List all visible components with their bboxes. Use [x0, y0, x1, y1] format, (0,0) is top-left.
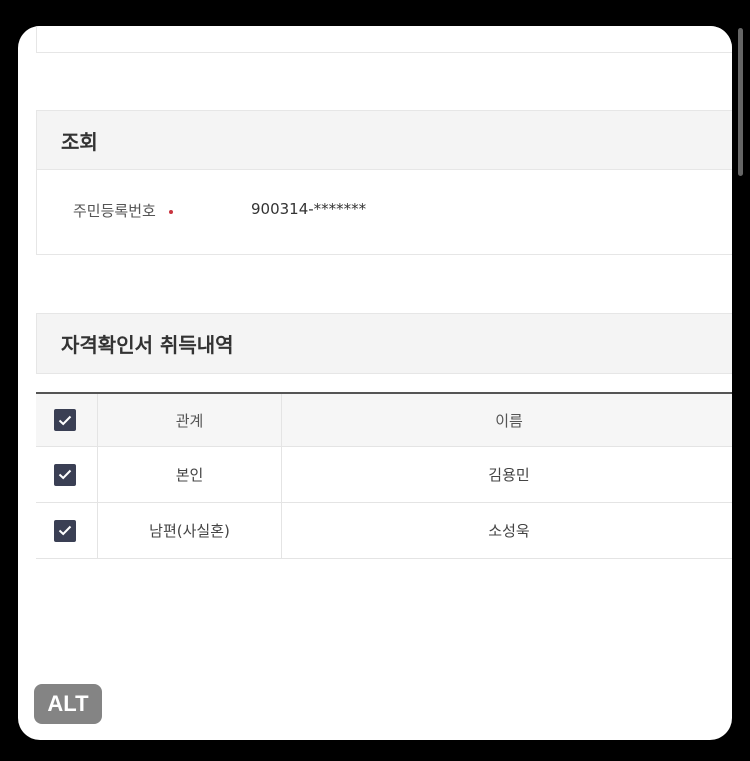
check-icon: [58, 415, 72, 425]
select-all-checkbox[interactable]: [54, 409, 76, 431]
row-check-cell: [36, 447, 98, 502]
previous-section-box: [36, 26, 732, 53]
lookup-section-body: 주민등록번호 900314-*******: [36, 170, 732, 255]
check-icon: [58, 469, 72, 480]
required-indicator-icon: [169, 210, 173, 214]
row-name: 김용민: [488, 466, 530, 484]
row-check-cell: [36, 503, 98, 558]
column-header-relation: 관계: [98, 394, 282, 446]
resident-number-value: 900314-*******: [251, 200, 367, 218]
content-card: 조회 주민등록번호 900314-******* 자격확인서 취득내역 관계 이…: [18, 26, 732, 740]
header-check-cell: [36, 394, 98, 446]
lookup-section-header: 조회: [36, 110, 732, 170]
qualification-section-header: 자격확인서 취득내역: [36, 313, 732, 374]
column-header-name: 이름: [495, 411, 523, 430]
row-name: 소성욱: [488, 522, 530, 540]
lookup-section-title: 조회: [61, 129, 98, 154]
qualification-section-title: 자격확인서 취득내역: [61, 333, 234, 357]
check-icon: [58, 525, 72, 536]
row-relation: 본인: [98, 447, 282, 502]
table-row[interactable]: 본인 김용민: [36, 447, 732, 503]
resident-number-label: 주민등록번호: [73, 202, 156, 220]
vertical-scrollbar[interactable]: [738, 28, 743, 176]
row-checkbox[interactable]: [54, 463, 76, 486]
row-relation: 남편(사실혼): [98, 503, 282, 558]
table-header-row: 관계 이름: [36, 394, 732, 447]
table-row[interactable]: 남편(사실혼) 소성욱: [36, 503, 732, 559]
row-checkbox[interactable]: [54, 519, 76, 542]
alt-text-badge[interactable]: ALT: [34, 684, 102, 724]
qualification-table: 관계 이름 본인 김용민 남편(사실혼) 소성욱: [36, 392, 732, 559]
